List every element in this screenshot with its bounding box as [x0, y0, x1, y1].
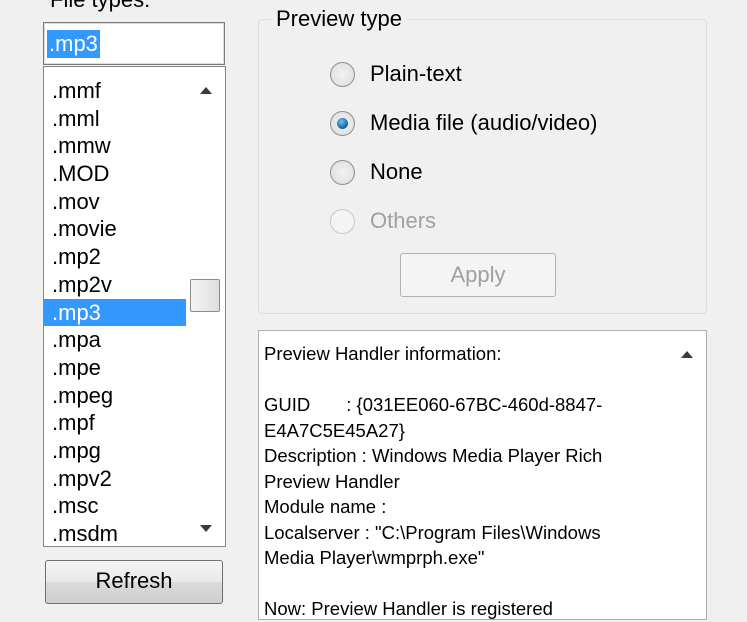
preview-type-legend: Preview type — [271, 6, 407, 32]
file-type-input[interactable]: .mp3 — [43, 22, 225, 65]
list-item[interactable]: .mp3 — [44, 298, 186, 327]
file-types-listbox[interactable]: .mmf .mml .mmw .MOD .mov .movie .mp2 .mp2v .mp3.… — [43, 66, 226, 547]
info-scrollbar[interactable] — [668, 331, 706, 619]
radio-media-file-label: Media file (audio/video) — [370, 110, 598, 135]
scroll-up-arrow-icon[interactable] — [200, 87, 212, 94]
radio-plain-text-label: Plain-text — [370, 61, 462, 86]
refresh-button[interactable]: Refresh — [45, 560, 223, 604]
list-item[interactable]: .mpa — [44, 326, 186, 354]
list-scrollbar[interactable] — [187, 67, 225, 546]
list-item[interactable]: .mpf — [44, 409, 186, 437]
scroll-up-arrow-icon[interactable] — [681, 351, 693, 358]
list-item[interactable]: .mp2 — [44, 243, 186, 271]
handler-info-textbox[interactable]: Preview Handler information: GUID : {031… — [258, 330, 707, 620]
handler-info-text: Preview Handler information: GUID : {031… — [264, 343, 603, 619]
list-item[interactable]: .msdm — [44, 520, 186, 546]
list-item[interactable]: .mmf — [44, 77, 186, 105]
file-types-list: .mmf .mml .mmw .MOD .mov .movie .mp2 .mp2v .mp3.… — [44, 77, 186, 546]
list-item[interactable]: .mpe — [44, 354, 186, 382]
apply-button-label: Apply — [450, 262, 506, 287]
list-item[interactable]: .movie — [44, 215, 186, 243]
radio-others: Others — [330, 206, 436, 236]
radio-plain-text[interactable]: Plain-text — [330, 59, 462, 89]
radio-button-checked-icon[interactable] — [330, 110, 355, 136]
list-item[interactable]: .mp2v — [44, 271, 186, 299]
file-types-label: File types: — [50, 0, 150, 12]
list-item[interactable]: .mpv2 — [44, 465, 186, 493]
list-item[interactable]: .mml — [44, 105, 186, 133]
scroll-thumb[interactable] — [190, 279, 220, 312]
radio-button-disabled-icon — [330, 208, 355, 234]
list-item[interactable]: .mpg — [44, 437, 186, 465]
list-item[interactable]: .mpeg — [44, 382, 186, 410]
scroll-down-arrow-icon[interactable] — [200, 525, 212, 532]
radio-none-label: None — [370, 159, 423, 184]
refresh-button-label: Refresh — [95, 568, 173, 593]
list-item[interactable]: .mov — [44, 188, 186, 216]
list-item[interactable]: .MOD — [44, 160, 186, 188]
list-item[interactable]: .msc — [44, 492, 186, 520]
radio-button-icon[interactable] — [330, 61, 355, 87]
radio-others-label: Others — [370, 208, 437, 233]
radio-media-file[interactable]: Media file (audio/video) — [330, 108, 597, 138]
radio-button-icon[interactable] — [330, 159, 355, 185]
file-type-input-value: .mp3 — [47, 30, 100, 58]
radio-none[interactable]: None — [330, 157, 423, 187]
apply-button[interactable]: Apply — [400, 253, 556, 297]
list-item[interactable]: .mmw — [44, 132, 186, 160]
